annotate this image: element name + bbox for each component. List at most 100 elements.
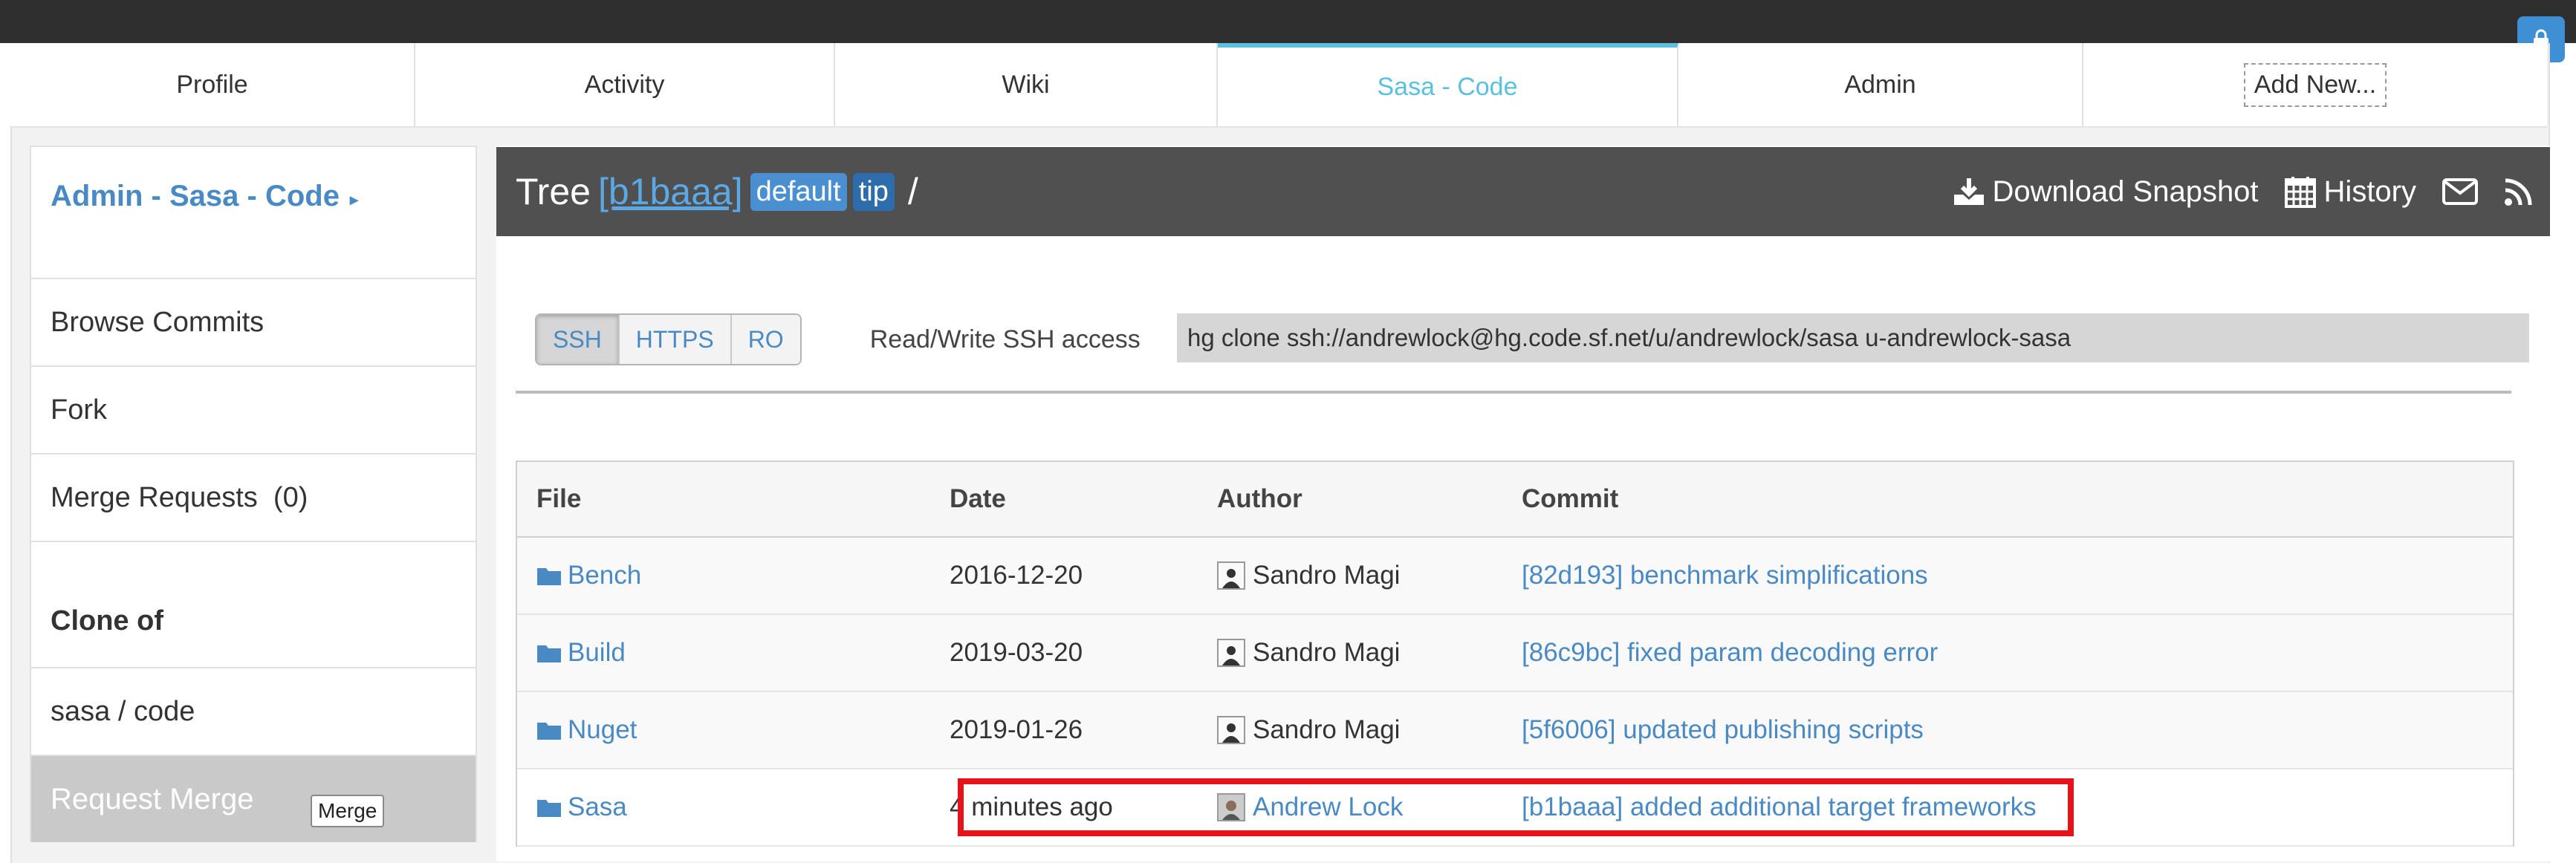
sidebar-item-label: sasa / code: [51, 695, 195, 727]
tab-label: Wiki: [1002, 70, 1050, 99]
tab-wiki[interactable]: Wiki: [835, 43, 1218, 126]
date-cell: 2019-03-20: [950, 638, 1083, 667]
column-header-author: Author: [1217, 484, 1302, 513]
tab-profile[interactable]: Profile: [10, 43, 415, 126]
request-merge-button[interactable]: Request Merge Merge: [30, 755, 477, 842]
protocol-https-button[interactable]: HTTPS: [619, 315, 732, 364]
caret-right-icon: ▸: [349, 190, 358, 209]
author-cell: Sandro Magi: [1217, 638, 1522, 668]
rss-feed-button[interactable]: [2504, 177, 2534, 206]
rss-icon: [2505, 178, 2532, 206]
table-row: Nuget 2019-01-26 Sandro Magi [5f6006] up…: [517, 692, 2513, 769]
tree-actions: Download Snapshot History: [1953, 147, 2534, 236]
avatar: [1217, 561, 1245, 590]
history-label: History: [2323, 175, 2416, 208]
tab-label: Activity: [584, 70, 665, 99]
folder-icon: [537, 800, 561, 817]
download-snapshot-label: Download Snapshot: [1992, 175, 2259, 208]
clone-row: SSH HTTPS RO Read/Write SSH access hg cl…: [535, 313, 2529, 365]
tab-label: Sasa - Code: [1377, 72, 1518, 101]
table-row: Build 2019-03-20 Sandro Magi [86c9bc] fi…: [517, 615, 2513, 692]
commit-link[interactable]: [b1baaa] added additional target framewo…: [1522, 792, 2037, 821]
author-cell: Sandro Magi: [1217, 561, 1522, 590]
project-tabs: Profile Activity Wiki Sasa - Code Admin …: [10, 43, 2547, 128]
folder-icon: [537, 645, 561, 662]
date-cell: 2016-12-20: [950, 561, 1083, 590]
user-silhouette-icon: [1222, 646, 1240, 665]
email-subscribe-button[interactable]: [2442, 177, 2479, 206]
file-link[interactable]: Bench: [568, 561, 641, 590]
table-row: Bench 2016-12-20 Sandro Magi [82d193] be…: [517, 538, 2513, 615]
request-merge-label: Request Merge: [51, 782, 254, 815]
tab-label: Profile: [176, 70, 248, 99]
calendar-icon: [2284, 177, 2316, 208]
sidebar-header-label: Admin - Sasa - Code: [51, 180, 340, 212]
date-cell: 2019-01-26: [950, 715, 1083, 744]
tree-header: Tree [b1baaa] default tip / Download Sna…: [496, 147, 2550, 236]
tree-commit-link[interactable]: [b1baaa]: [598, 170, 743, 213]
folder-icon: [537, 723, 561, 740]
sidebar-item-merge-requests[interactable]: Merge Requests (0): [30, 453, 477, 541]
avatar: [1217, 716, 1245, 744]
envelope-icon: [2442, 178, 2478, 205]
sidebar-item-label: Merge Requests (0): [51, 481, 308, 513]
file-link[interactable]: Build: [568, 638, 626, 668]
sidebar-item-clone-source[interactable]: sasa / code: [30, 667, 477, 755]
tab-activity[interactable]: Activity: [415, 43, 835, 126]
sidebar-item-fork[interactable]: Fork: [30, 365, 477, 453]
clone-of-heading: Clone of: [30, 541, 477, 667]
protocol-ssh-button[interactable]: SSH: [536, 315, 620, 364]
file-link[interactable]: Nuget: [568, 715, 637, 745]
file-cell: Nuget: [517, 715, 950, 745]
sidebar-item-label: Fork: [51, 394, 107, 426]
add-new-button[interactable]: Add New...: [2243, 62, 2387, 107]
clone-url-field[interactable]: hg clone ssh://andrewlock@hg.code.sf.net…: [1177, 313, 2529, 362]
tree-title: Tree: [516, 171, 591, 212]
tab-sasa-code[interactable]: Sasa - Code: [1218, 43, 1678, 126]
protocol-selector: SSH HTTPS RO: [535, 313, 802, 365]
access-label: Read/Write SSH access: [869, 325, 1141, 354]
file-table: File Date Author Commit Bench 2016-12-20…: [516, 460, 2514, 847]
file-link[interactable]: Sasa: [568, 792, 627, 822]
download-icon: [1953, 178, 1984, 205]
avatar: [1217, 639, 1245, 667]
user-photo-icon: [1222, 801, 1240, 820]
protocol-ro-button[interactable]: RO: [731, 315, 800, 364]
tree-path-root[interactable]: /: [908, 170, 918, 213]
branch-badge: default: [750, 172, 847, 211]
commit-link[interactable]: [86c9bc] fixed param decoding error: [1522, 638, 1938, 667]
tab-label: Admin: [1844, 70, 1916, 99]
tag-badge: tip: [852, 172, 895, 211]
top-bar: [0, 0, 2576, 43]
author-cell: Andrew Lock: [1217, 792, 1522, 822]
file-cell: Sasa: [517, 792, 950, 822]
sidebar-item-browse-commits[interactable]: Browse Commits: [30, 278, 477, 365]
table-row: Sasa 4 minutes ago Andrew Lock [b1baaa] …: [517, 769, 2513, 847]
folder-icon: [537, 568, 561, 585]
author-cell: Sandro Magi: [1217, 715, 1522, 745]
commit-link[interactable]: [5f6006] updated publishing scripts: [1522, 715, 1924, 744]
history-button[interactable]: History: [2284, 175, 2416, 209]
column-header-commit: Commit: [1522, 484, 1619, 513]
date-cell: 4 minutes ago: [950, 792, 1113, 821]
commit-link[interactable]: [82d193] benchmark simplifications: [1522, 561, 1928, 590]
sidebar: Admin - Sasa - Code ▸ Browse Commits For…: [30, 146, 477, 862]
divider: [516, 391, 2511, 394]
author-link[interactable]: Andrew Lock: [1253, 792, 1403, 822]
merge-tooltip: Merge: [311, 795, 385, 827]
sidebar-header[interactable]: Admin - Sasa - Code ▸: [30, 146, 477, 278]
author-name: Sandro Magi: [1253, 638, 1401, 667]
sidebar-item-label: Browse Commits: [51, 306, 265, 338]
download-snapshot-button[interactable]: Download Snapshot: [1953, 175, 2259, 209]
user-silhouette-icon: [1222, 569, 1240, 588]
column-header-file: File: [536, 484, 582, 513]
main-content: Tree [b1baaa] default tip / Download Sna…: [496, 146, 2550, 862]
clone-of-label: Clone of: [51, 605, 163, 636]
author-name: Sandro Magi: [1253, 561, 1401, 590]
tab-admin[interactable]: Admin: [1678, 43, 2083, 126]
table-header: File Date Author Commit: [517, 462, 2513, 538]
user-silhouette-icon: [1222, 723, 1240, 743]
author-name: Sandro Magi: [1253, 715, 1401, 744]
avatar: [1217, 793, 1245, 821]
tab-add-new[interactable]: Add New...: [2083, 43, 2547, 126]
